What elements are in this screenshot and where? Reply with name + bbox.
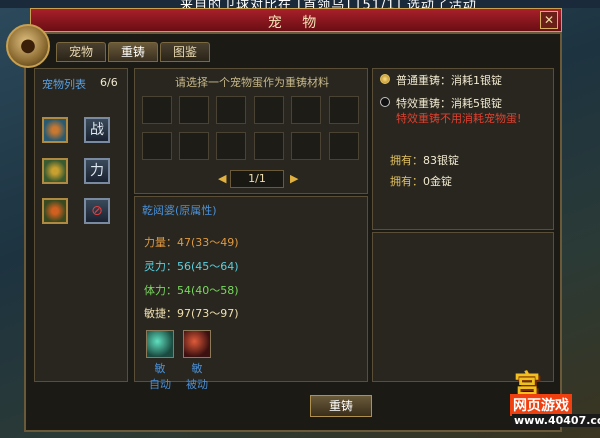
skill-label: 敏 被动 — [177, 360, 217, 392]
material-slot[interactable] — [216, 96, 246, 124]
tab-pet[interactable]: 宠物 — [56, 42, 106, 62]
normal-recast-radio[interactable] — [380, 74, 390, 84]
prev-page-icon[interactable]: ◀ — [218, 172, 226, 185]
tab-gallery[interactable]: 图鉴 — [160, 42, 210, 62]
material-slot[interactable] — [291, 132, 321, 160]
pet-egg-icon[interactable] — [42, 198, 68, 224]
material-slot[interactable] — [216, 132, 246, 160]
skill-passive-icon[interactable] — [183, 330, 211, 358]
stat-agility: 敏捷：97(73～97) — [144, 305, 239, 321]
pet-count: 6/6 — [100, 76, 118, 89]
material-slot[interactable] — [291, 96, 321, 124]
stat-stamina: 体力：54(40～58) — [144, 282, 239, 298]
stat-label: 力量： — [144, 236, 177, 249]
pet-list-header: 宠物列表 6/6 — [42, 76, 122, 92]
recast-button[interactable]: 重铸 — [310, 395, 372, 417]
pet-list-panel — [34, 68, 128, 382]
material-prompt: 请选择一个宠物蛋作为重铸材料 — [175, 76, 329, 89]
owned-gold: 拥有：0金锭 — [390, 173, 452, 189]
material-slot[interactable] — [142, 96, 172, 124]
pet-name: 乾闼婆(原属性) — [142, 204, 217, 217]
stat-strength: 力量：47(33～49) — [144, 234, 239, 250]
material-slot[interactable] — [179, 96, 209, 124]
owned-silver: 拥有：83银锭 — [390, 152, 459, 168]
window-titlebar[interactable]: 宠 物 — [30, 8, 562, 32]
special-recast-label[interactable]: 特效重铸：消耗5银锭 — [396, 95, 502, 111]
site-logo: 宫 网页游戏 www.40407.com — [470, 362, 600, 438]
skill-label-line1: 敏 — [191, 362, 203, 375]
skill-auto-icon[interactable] — [146, 330, 174, 358]
material-slot[interactable] — [142, 132, 172, 160]
skill-label-line2: 自动 — [149, 378, 171, 391]
skill-label: 敏 自动 — [140, 360, 180, 392]
skill-label-line1: 敏 — [154, 362, 166, 375]
result-panel — [372, 232, 554, 382]
material-slot[interactable] — [329, 132, 359, 160]
stat-spirit: 灵力：56(45～64) — [144, 258, 239, 274]
logo-line2: www.40407.com — [512, 414, 600, 427]
window-title: 宠 物 — [267, 15, 325, 31]
stat-value: 54(40～58) — [177, 284, 239, 297]
pet-egg-icon[interactable] — [42, 158, 68, 184]
stat-value: 47(33～49) — [177, 236, 239, 249]
logo-line1: 网页游戏 — [510, 394, 572, 416]
close-button[interactable]: ✕ — [540, 11, 558, 29]
stat-label: 灵力： — [144, 260, 177, 273]
special-recast-radio[interactable] — [380, 97, 390, 107]
material-slot[interactable] — [329, 96, 359, 124]
owned-gold-value: 0金锭 — [423, 175, 452, 188]
strength-skill-icon[interactable]: 力 — [84, 158, 110, 184]
material-slot[interactable] — [254, 132, 284, 160]
material-slot[interactable] — [254, 96, 284, 124]
owned-silver-value: 83银锭 — [423, 154, 459, 167]
pet-emblem-icon: ● — [6, 24, 50, 68]
tab-recast[interactable]: 重铸 — [108, 42, 158, 62]
owned-label: 拥有： — [390, 175, 423, 188]
stat-label: 体力： — [144, 284, 177, 297]
owned-label: 拥有： — [390, 154, 423, 167]
skill-label-line2: 被动 — [186, 378, 208, 391]
material-slot[interactable] — [179, 132, 209, 160]
background-strip: 来自的卫球对比在 [首领乌] [51/1] 选动了活动 — [0, 0, 600, 13]
stat-value: 56(45～64) — [177, 260, 239, 273]
normal-recast-label[interactable]: 普通重铸：消耗1银锭 — [396, 72, 502, 88]
page-indicator: 1/1 — [230, 170, 284, 188]
fight-skill-icon[interactable]: 战 — [84, 117, 110, 143]
pet-egg-icon[interactable] — [42, 117, 68, 143]
stat-label: 敏捷： — [144, 307, 177, 320]
special-recast-warning: 特效重铸不用消耗宠物蛋! — [396, 112, 522, 125]
recast-options-panel — [372, 68, 554, 230]
forbidden-icon[interactable]: ⊘ — [84, 198, 110, 224]
next-page-icon[interactable]: ▶ — [290, 172, 298, 185]
pet-list-title: 宠物列表 — [42, 78, 86, 91]
stat-value: 97(73～97) — [177, 307, 239, 320]
